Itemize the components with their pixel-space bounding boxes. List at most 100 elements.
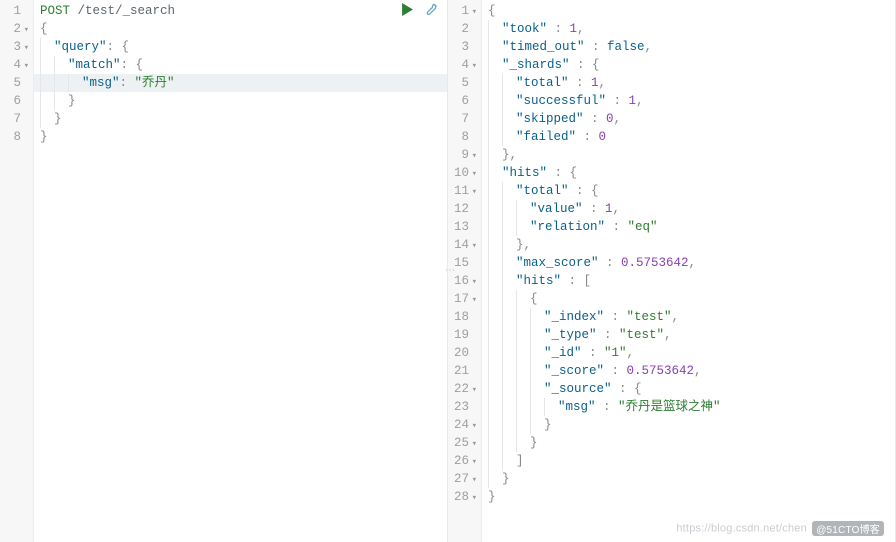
line-number: 3 [448, 38, 481, 56]
code-line[interactable]: { [482, 290, 895, 308]
line-number: 6 [448, 92, 481, 110]
code-line[interactable]: "msg" : "乔丹是篮球之神" [482, 398, 895, 416]
line-number: 8 [0, 128, 33, 146]
line-number: 9▾ [448, 146, 481, 164]
line-number: 26▾ [448, 452, 481, 470]
fold-icon[interactable]: ▾ [471, 453, 477, 471]
line-number: 8 [448, 128, 481, 146]
fold-icon[interactable]: ▾ [471, 291, 477, 309]
fold-icon[interactable]: ▾ [471, 489, 477, 507]
code-line[interactable]: } [34, 110, 447, 128]
request-gutter: 1 2▾3▾4▾5 6 7 8 [0, 0, 34, 542]
code-line[interactable]: "relation" : "eq" [482, 218, 895, 236]
fold-icon[interactable]: ▾ [471, 237, 477, 255]
code-line[interactable]: }, [482, 236, 895, 254]
line-number: 6 [0, 92, 33, 110]
fold-icon[interactable]: ▾ [471, 417, 477, 435]
fold-icon[interactable]: ▾ [471, 57, 477, 75]
line-number: 20 [448, 344, 481, 362]
code-line[interactable]: "hits" : [ [482, 272, 895, 290]
code-line[interactable]: "query": { [34, 38, 447, 56]
fold-icon[interactable]: ▾ [471, 147, 477, 165]
code-line[interactable]: "_score" : 0.5753642, [482, 362, 895, 380]
line-number: 1 [0, 2, 33, 20]
code-line[interactable]: "msg": "乔丹" [34, 74, 447, 92]
code-line[interactable]: "skipped" : 0, [482, 110, 895, 128]
code-line[interactable]: "successful" : 1, [482, 92, 895, 110]
line-number: 11▾ [448, 182, 481, 200]
fold-icon[interactable]: ▾ [471, 183, 477, 201]
line-number: 2 [448, 20, 481, 38]
split-editor: 1 2▾3▾4▾5 6 7 8 POST /test/_search{"quer… [0, 0, 896, 542]
line-number: 19 [448, 326, 481, 344]
fold-icon[interactable]: ▾ [471, 3, 477, 21]
line-number: 24▾ [448, 416, 481, 434]
code-line[interactable]: "match": { [34, 56, 447, 74]
line-number: 4▾ [448, 56, 481, 74]
line-number: 18 [448, 308, 481, 326]
code-line[interactable]: "max_score" : 0.5753642, [482, 254, 895, 272]
code-line[interactable]: } [34, 128, 447, 146]
request-toolbar [401, 2, 439, 17]
code-line[interactable]: "value" : 1, [482, 200, 895, 218]
line-number: 4▾ [0, 56, 33, 74]
code-line[interactable]: "failed" : 0 [482, 128, 895, 146]
code-line[interactable]: } [482, 470, 895, 488]
code-line[interactable]: { [482, 2, 895, 20]
code-line[interactable]: "timed_out" : false, [482, 38, 895, 56]
code-line[interactable]: POST /test/_search [34, 2, 447, 20]
fold-icon[interactable]: ▾ [471, 471, 477, 489]
code-line[interactable]: "_source" : { [482, 380, 895, 398]
code-line[interactable]: } [482, 416, 895, 434]
line-number: 2▾ [0, 20, 33, 38]
line-number: 1▾ [448, 2, 481, 20]
code-line[interactable]: "_type" : "test", [482, 326, 895, 344]
line-number: 25▾ [448, 434, 481, 452]
fold-icon[interactable]: ▾ [471, 381, 477, 399]
code-line[interactable]: "total" : 1, [482, 74, 895, 92]
code-line[interactable]: } [34, 92, 447, 110]
code-line[interactable]: "_id" : "1", [482, 344, 895, 362]
request-pane: 1 2▾3▾4▾5 6 7 8 POST /test/_search{"quer… [0, 0, 448, 542]
split-handle[interactable]: ⋮ [443, 265, 453, 277]
code-line[interactable]: }, [482, 146, 895, 164]
run-icon[interactable] [401, 3, 414, 16]
code-line[interactable]: "hits" : { [482, 164, 895, 182]
response-pane: 1▾2 3 4▾5 6 7 8 9▾10▾11▾12 13 14▾15 16▾1… [448, 0, 896, 542]
code-line[interactable]: "total" : { [482, 182, 895, 200]
response-viewer[interactable]: {"took" : 1,"timed_out" : false,"_shards… [482, 0, 895, 542]
line-number: 23 [448, 398, 481, 416]
code-line[interactable]: { [34, 20, 447, 38]
fold-icon[interactable]: ▾ [23, 21, 29, 39]
wrench-icon[interactable] [424, 2, 439, 17]
fold-icon[interactable]: ▾ [23, 57, 29, 75]
code-line[interactable]: "_shards" : { [482, 56, 895, 74]
watermark-badge: @51CTO博客 [812, 521, 884, 536]
request-editor[interactable]: POST /test/_search{"query": {"match": {"… [34, 0, 447, 542]
watermark-url: https://blog.csdn.net/chen [676, 522, 807, 534]
watermark: https://blog.csdn.net/chen @51CTO博客 [676, 521, 884, 536]
fold-icon[interactable]: ▾ [471, 435, 477, 453]
code-line[interactable]: } [482, 488, 895, 506]
line-number: 28▾ [448, 488, 481, 506]
line-number: 10▾ [448, 164, 481, 182]
line-number: 22▾ [448, 380, 481, 398]
fold-icon[interactable]: ▾ [23, 39, 29, 57]
code-line[interactable]: ] [482, 452, 895, 470]
code-line[interactable]: "took" : 1, [482, 20, 895, 38]
line-number: 13 [448, 218, 481, 236]
line-number: 21 [448, 362, 481, 380]
line-number: 7 [0, 110, 33, 128]
code-line[interactable]: "_index" : "test", [482, 308, 895, 326]
line-number: 7 [448, 110, 481, 128]
line-number: 14▾ [448, 236, 481, 254]
line-number: 27▾ [448, 470, 481, 488]
line-number: 12 [448, 200, 481, 218]
line-number: 3▾ [0, 38, 33, 56]
line-number: 5 [0, 74, 33, 92]
code-line[interactable]: } [482, 434, 895, 452]
fold-icon[interactable]: ▾ [471, 165, 477, 183]
line-number: 17▾ [448, 290, 481, 308]
fold-icon[interactable]: ▾ [471, 273, 477, 291]
line-number: 5 [448, 74, 481, 92]
